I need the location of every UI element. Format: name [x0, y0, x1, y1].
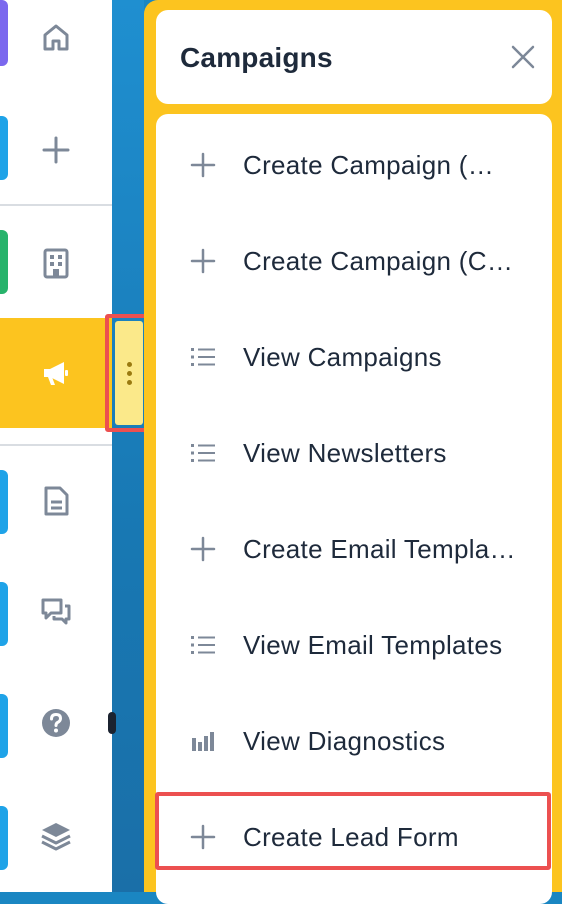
plus-icon: [190, 248, 216, 274]
plus-icon: [190, 824, 216, 850]
campaigns-panel: Campaigns Create Campaign (… Create Camp…: [144, 0, 562, 904]
nav-item-home[interactable]: [0, 0, 112, 92]
nav-item-help[interactable]: [0, 668, 112, 778]
close-icon: [511, 45, 535, 69]
menu-item-label: View Campaigns: [243, 341, 442, 372]
question-icon: [42, 709, 70, 737]
megaphone-icon: [44, 362, 68, 385]
menu-item-label: Create Email Templa…: [243, 533, 516, 564]
nav-item-layers[interactable]: [0, 780, 112, 890]
menu-item-label: View Email Templates: [243, 629, 503, 660]
menu-item-label: View Diagnostics: [243, 725, 446, 756]
scroll-handle[interactable]: [108, 712, 116, 734]
building-icon: [43, 248, 69, 279]
menu-item-view-diagnostics[interactable]: View Diagnostics: [156, 693, 552, 789]
menu-item-create-email-template[interactable]: Create Email Templa…: [156, 501, 552, 597]
panel-title: Campaigns: [180, 42, 333, 73]
menu-item-label: View Newsletters: [243, 437, 447, 468]
menu-item-label: Create Campaign (C…: [243, 245, 514, 276]
nav-item-create[interactable]: [0, 95, 112, 205]
nav-rail: [0, 0, 112, 892]
menu-item-view-newsletters[interactable]: View Newsletters: [156, 405, 552, 501]
menu-item-view-campaigns[interactable]: View Campaigns: [156, 309, 552, 405]
menu-item-label: Create Campaign (…: [243, 149, 495, 180]
nav-divider: [0, 204, 112, 206]
close-button[interactable]: [508, 42, 538, 72]
menu-item-view-email-templates[interactable]: View Email Templates: [156, 597, 552, 693]
bar-chart-icon: [192, 732, 214, 751]
list-icon: [191, 636, 215, 654]
plus-icon: [42, 136, 70, 164]
menu-item-label: Create Lead Form: [243, 821, 459, 852]
panel-menu: Create Campaign (… Create Campaign (C… V…: [156, 114, 552, 904]
campaigns-more-button[interactable]: [115, 321, 143, 425]
chat-icon: [41, 598, 71, 625]
nav-item-documents[interactable]: [0, 446, 112, 556]
menu-item-create-campaign-1[interactable]: Create Campaign (…: [156, 117, 552, 213]
menu-item-create-campaign-2[interactable]: Create Campaign (C…: [156, 213, 552, 309]
menu-item-create-lead-form[interactable]: Create Lead Form: [156, 789, 552, 885]
kebab-icon: [126, 361, 132, 385]
nav-item-messages[interactable]: [0, 556, 112, 666]
rail-resize-strip: [112, 0, 144, 892]
document-icon: [44, 486, 69, 516]
home-icon: [43, 24, 69, 51]
layers-icon: [41, 823, 71, 851]
nav-item-campaigns[interactable]: [0, 318, 112, 428]
plus-icon: [190, 536, 216, 562]
plus-icon: [190, 152, 216, 178]
panel-header: Campaigns: [156, 10, 552, 104]
nav-item-accounts[interactable]: [0, 208, 112, 318]
list-icon: [191, 348, 215, 366]
list-icon: [191, 444, 215, 462]
